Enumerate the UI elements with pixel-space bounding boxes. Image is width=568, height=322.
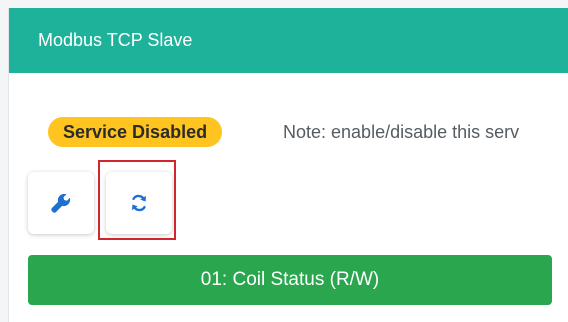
panel-title: Modbus TCP Slave [9, 8, 568, 73]
status-badge: Service Disabled [48, 117, 223, 147]
refresh-icon [132, 194, 146, 212]
config-button[interactable] [28, 172, 94, 234]
wrench-icon [51, 193, 71, 213]
refresh-button[interactable] [106, 172, 172, 234]
status-note: Note: enable/disable this serv [283, 122, 520, 142]
coil-status-button[interactable]: 01: Coil Status (R/W) [28, 255, 552, 305]
